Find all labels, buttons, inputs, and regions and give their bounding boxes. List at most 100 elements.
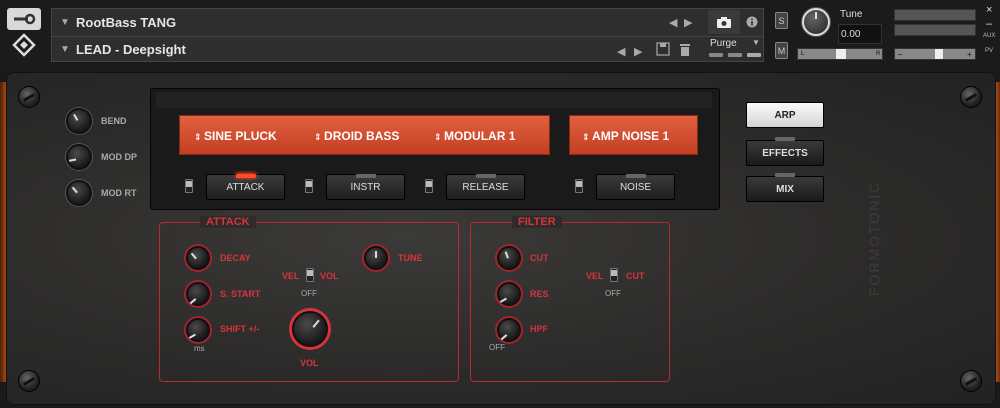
vel-vol-switch[interactable]	[306, 268, 314, 282]
instrument-name[interactable]: RootBass TANG	[76, 15, 176, 30]
bend-knob[interactable]	[66, 108, 92, 134]
purge-meter	[728, 53, 742, 57]
noise-display: ⇕ AMP NOISE 1	[569, 115, 698, 155]
source-slot-2[interactable]: ⇕ DROID BASS	[314, 129, 399, 143]
instr-switch[interactable]	[305, 179, 313, 193]
mod-rate-label: MOD RT	[101, 188, 137, 198]
volume-minus: –	[898, 50, 903, 59]
vol-knob[interactable]	[292, 311, 328, 347]
mod-rate-knob[interactable]	[66, 180, 92, 206]
minimize-icon[interactable]: –	[986, 18, 992, 30]
screw-icon	[960, 370, 982, 392]
volume-slider[interactable]: – +	[894, 48, 976, 60]
sample-start-label: S. START	[220, 289, 261, 299]
close-icon[interactable]: ×	[986, 4, 992, 16]
cutoff-knob[interactable]	[497, 246, 521, 270]
ms-label: ms	[194, 344, 205, 353]
instrument-slot: ▼ RootBass TANG ◀ ▶ ▼ LEAD - Deepsight ◀…	[51, 8, 764, 62]
next-instrument-icon[interactable]: ▶	[684, 16, 692, 29]
delete-icon[interactable]	[679, 42, 691, 61]
release-led	[476, 174, 496, 178]
resonance-label: RES	[530, 289, 549, 299]
release-switch[interactable]	[425, 179, 433, 193]
sample-start-knob[interactable]	[186, 282, 210, 306]
source-slot-1[interactable]: ⇕ SINE PLUCK	[194, 129, 277, 143]
info-icon[interactable]	[740, 10, 764, 34]
volume-plus: +	[967, 50, 972, 59]
instr-led	[356, 174, 376, 178]
tune-value: 0.00	[841, 29, 861, 40]
dropdown-icon[interactable]: ▼	[60, 17, 72, 28]
purge-meter	[709, 53, 723, 57]
mix-led	[775, 173, 795, 177]
cutoff-label: CUT	[530, 253, 549, 263]
aux-label[interactable]: AUX	[983, 33, 995, 39]
display-strip	[156, 92, 712, 108]
purge-label: Purge	[710, 38, 737, 49]
instrument-row: ▼ RootBass TANG ◀ ▶	[52, 9, 763, 35]
solo-button[interactable]: S	[775, 12, 788, 29]
filter-off-label: OFF	[605, 289, 621, 298]
purge-meter	[747, 53, 761, 57]
noise-switch[interactable]	[575, 179, 583, 193]
prev-preset-icon[interactable]: ◀	[617, 45, 625, 58]
effects-button[interactable]: EFFECTS	[746, 140, 824, 166]
filter-vel-label: VEL	[586, 271, 604, 281]
pan-handle[interactable]	[836, 49, 846, 59]
vel-label: VEL	[282, 271, 300, 281]
next-preset-icon[interactable]: ▶	[634, 45, 642, 58]
wrench-icon[interactable]	[7, 8, 41, 30]
attack-title: ATTACK	[200, 216, 256, 228]
tab-label: ATTACK	[226, 181, 265, 193]
preset-name[interactable]: LEAD - Deepsight	[76, 42, 186, 57]
mute-button[interactable]: M	[775, 42, 788, 59]
camera-icon[interactable]	[708, 10, 740, 34]
off-label: OFF	[301, 289, 317, 298]
hpf-label: HPF	[530, 324, 548, 334]
tune-knob[interactable]	[802, 8, 830, 36]
dropdown-icon[interactable]: ▼	[60, 44, 72, 55]
screw-icon	[18, 86, 40, 108]
tune-display[interactable]: 0.00	[838, 24, 882, 44]
arp-button[interactable]: ARP	[746, 102, 824, 128]
level-meter-left	[894, 9, 976, 21]
tab-label: RELEASE	[462, 181, 509, 193]
filter-cut-label: CUT	[626, 271, 645, 281]
instrument-header: ▼ RootBass TANG ◀ ▶ ▼ LEAD - Deepsight ◀…	[0, 0, 1000, 66]
attack-led	[236, 174, 256, 178]
screw-icon	[960, 86, 982, 108]
pan-left-label: L	[801, 51, 805, 57]
pan-right-label: R	[876, 51, 881, 57]
tune-attack-label: TUNE	[398, 253, 423, 263]
vel-cut-switch[interactable]	[610, 268, 618, 282]
source-slot-4[interactable]: ⇕ AMP NOISE 1	[582, 129, 669, 143]
volume-handle[interactable]	[935, 49, 943, 59]
purge-menu[interactable]: Purge ▼	[709, 36, 765, 62]
hpf-knob[interactable]	[497, 318, 521, 342]
source-slot-3[interactable]: ⇕ MODULAR 1	[434, 129, 515, 143]
resonance-knob[interactable]	[497, 282, 521, 306]
save-icon[interactable]	[656, 42, 670, 61]
pan-slider[interactable]: L R	[797, 48, 883, 60]
source-display: ⇕ SINE PLUCK ⇕ DROID BASS ⇕ MODULAR 1	[179, 115, 550, 155]
tune-attack-knob[interactable]	[364, 246, 388, 270]
mix-button[interactable]: MIX	[746, 176, 824, 202]
brand-watermark: FORMOTONIC	[866, 180, 882, 296]
logo-icon[interactable]	[7, 33, 41, 57]
tab-label: INSTR	[350, 181, 381, 193]
screw-icon	[18, 370, 40, 392]
mod-depth-knob[interactable]	[66, 144, 92, 170]
attack-switch[interactable]	[185, 179, 193, 193]
pv-label[interactable]: PV	[985, 48, 993, 54]
shift-label: SHIFT +/-	[220, 324, 260, 334]
vol-label: VOL	[320, 271, 339, 281]
decay-knob[interactable]	[186, 246, 210, 270]
filter-title: FILTER	[512, 216, 562, 228]
mod-depth-label: MOD DP	[101, 152, 137, 162]
shift-knob[interactable]	[186, 318, 210, 342]
tab-label: NOISE	[619, 181, 652, 193]
tune-label: Tune	[840, 9, 863, 20]
effects-led	[775, 137, 795, 141]
preset-row: ▼ LEAD - Deepsight ◀ ▶	[52, 36, 763, 62]
prev-instrument-icon[interactable]: ◀	[669, 16, 677, 29]
